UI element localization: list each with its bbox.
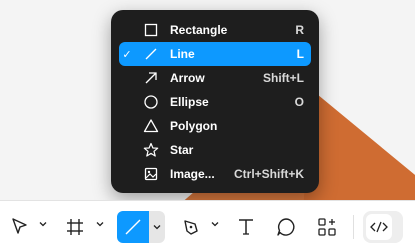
menu-item-label: Star xyxy=(170,143,194,157)
line-icon xyxy=(145,48,157,60)
move-tool-button[interactable] xyxy=(4,211,36,243)
actions-icon xyxy=(318,218,336,236)
menu-item-polygon[interactable]: Polygon xyxy=(119,114,311,138)
menu-item-shortcut: Ctrl+Shift+K xyxy=(233,167,304,181)
menu-item-line[interactable]: ✓ Line L xyxy=(119,42,311,66)
menu-item-rectangle[interactable]: Rectangle R xyxy=(119,18,311,42)
shape-tool-dropdown[interactable] xyxy=(149,211,165,243)
menu-item-label: Polygon xyxy=(170,119,218,133)
frame-tool-button[interactable] xyxy=(59,211,91,243)
menu-item-label: Image... xyxy=(170,167,215,181)
chevron-down-icon xyxy=(153,225,161,230)
actions-tool-button[interactable] xyxy=(311,211,343,243)
comment-icon xyxy=(277,218,295,236)
menu-item-shortcut: L xyxy=(296,47,304,61)
star-icon xyxy=(143,142,159,157)
toolbar-divider xyxy=(353,215,354,239)
code-icon xyxy=(366,214,392,240)
text-tool-button[interactable] xyxy=(230,211,262,243)
cursor-icon xyxy=(12,218,27,234)
menu-item-shortcut: Shift+L xyxy=(263,71,304,85)
rectangle-icon xyxy=(144,23,158,37)
chevron-down-icon[interactable] xyxy=(38,219,48,229)
frame-icon xyxy=(67,219,83,235)
ellipse-icon xyxy=(144,95,158,109)
line-icon xyxy=(125,219,141,235)
dev-mode-toggle[interactable] xyxy=(363,211,403,243)
menu-item-arrow[interactable]: Arrow Shift+L xyxy=(119,66,311,90)
pen-tool-button[interactable] xyxy=(175,211,207,243)
arrow-icon xyxy=(145,72,157,84)
polygon-icon xyxy=(143,119,159,133)
chevron-down-icon[interactable] xyxy=(95,219,105,229)
menu-item-label: Ellipse xyxy=(170,95,209,109)
menu-item-shortcut: R xyxy=(295,23,304,37)
image-icon xyxy=(144,167,158,181)
bottom-toolbar xyxy=(0,200,415,252)
menu-item-image[interactable]: Image... Ctrl+Shift+K xyxy=(119,162,311,186)
comment-tool-button[interactable] xyxy=(270,211,302,243)
menu-item-label: Rectangle xyxy=(170,23,228,37)
shape-tools-menu: Rectangle R ✓ Line L Arrow Shift+L Ellip… xyxy=(111,10,319,193)
text-icon xyxy=(239,219,253,235)
shape-tool-button[interactable] xyxy=(117,211,149,243)
menu-item-label: Line xyxy=(170,47,195,61)
menu-item-label: Arrow xyxy=(170,71,205,85)
checkmark-icon: ✓ xyxy=(122,48,132,61)
pen-icon xyxy=(184,220,198,235)
chevron-down-icon[interactable] xyxy=(210,219,220,229)
menu-item-ellipse[interactable]: Ellipse O xyxy=(119,90,311,114)
menu-item-shortcut: O xyxy=(294,95,304,109)
menu-item-star[interactable]: Star xyxy=(119,138,311,162)
